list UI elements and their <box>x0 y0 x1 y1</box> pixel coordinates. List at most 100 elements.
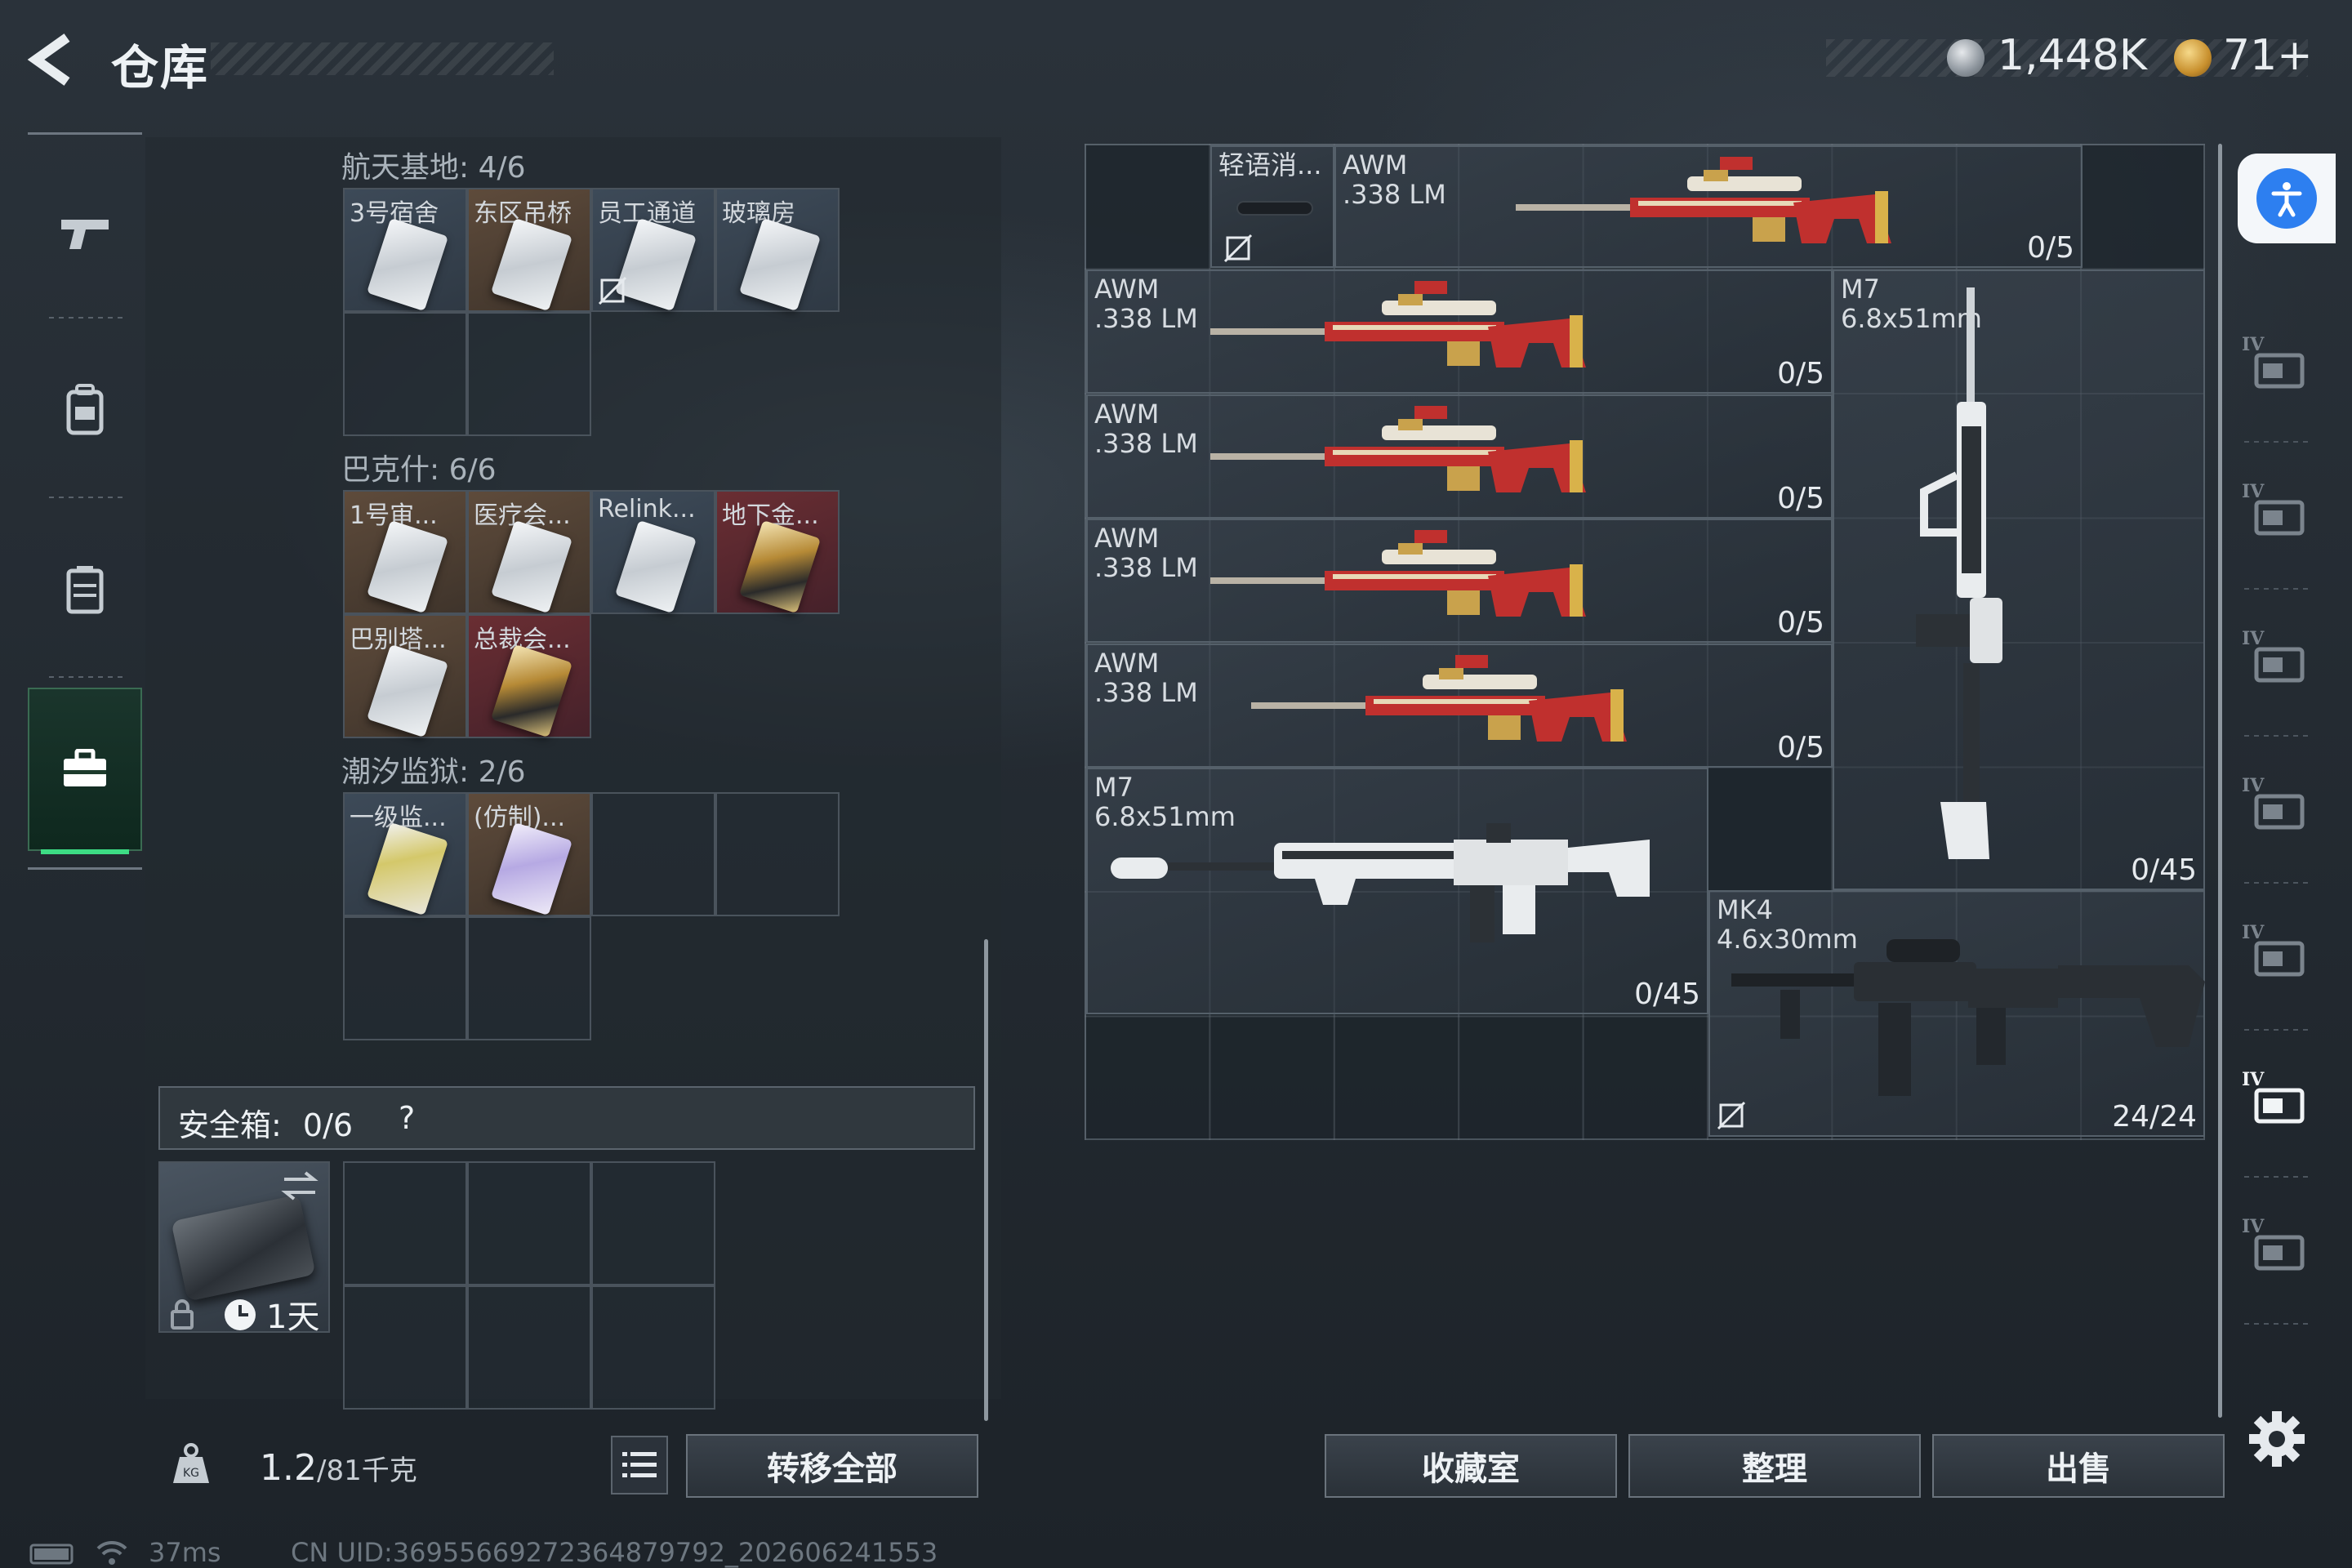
no-move-icon <box>1717 1101 1746 1130</box>
stash-item-m7-vertical[interactable]: M7 6.8x51mm 0/45 <box>1833 270 2205 890</box>
gold-currency-value[interactable]: 71+ <box>2223 31 2313 80</box>
silver-coin-icon <box>1947 39 1984 77</box>
nav-weapon[interactable] <box>28 160 142 307</box>
svg-text:IV: IV <box>2242 922 2265 943</box>
stash-scrollbar[interactable] <box>2218 144 2222 1418</box>
battery-icon <box>29 1544 74 1565</box>
key-card-image <box>490 519 573 614</box>
stash-item-silencer[interactable]: 轻语消... <box>1210 145 1334 268</box>
item-ammo-count: 0/45 <box>2131 853 2197 887</box>
key-card-slot[interactable]: 1号审... <box>343 490 467 614</box>
nav-vest[interactable] <box>28 516 142 663</box>
left-nav-bottom-line <box>28 867 142 870</box>
stash-item-m7-horizontal[interactable]: M7 6.8x51mm 0/45 <box>1086 768 1708 1014</box>
key-card-slot[interactable]: 3号宿舍 <box>343 188 467 312</box>
item-name: AWM .338 LM <box>1094 523 1198 583</box>
right-nav-loadout-add-slot[interactable]: IV <box>2233 466 2318 555</box>
list-view-button[interactable] <box>611 1436 668 1494</box>
m7-rifle-vertical-image <box>1916 287 2002 859</box>
right-nav-separator <box>2244 1029 2310 1031</box>
key-card-image <box>490 644 573 738</box>
svg-text:IV: IV <box>2242 334 2265 355</box>
right-nav-separator <box>2244 441 2310 443</box>
right-nav-misc-slot[interactable]: IV <box>2233 1200 2318 1290</box>
right-nav-attachment-slot[interactable]: IV <box>2233 1054 2318 1143</box>
right-nav-separator <box>2244 588 2310 590</box>
key-card-slot[interactable]: Relink... <box>591 490 715 614</box>
no-move-icon <box>598 276 627 305</box>
stash-item-awm[interactable]: AWM .338 LM 0/5 <box>1086 519 1833 643</box>
tier-category-icon: IV <box>2242 628 2305 683</box>
key-card-slot[interactable]: 总裁会... <box>467 614 591 738</box>
key-card-slot[interactable]: (仿制)... <box>467 792 591 916</box>
key-card-image <box>490 217 573 312</box>
swap-icon[interactable] <box>281 1169 318 1202</box>
stash-item-awm[interactable]: AWM .338 LM 0/5 <box>1334 145 2082 268</box>
key-card-slot[interactable]: 地下金... <box>715 490 840 614</box>
nav-backpack[interactable] <box>28 336 142 483</box>
tier-category-icon: IV <box>2242 775 2305 830</box>
key-card-slot[interactable]: 东区吊桥 <box>467 188 591 312</box>
tier-category-icon: IV <box>2242 1216 2305 1271</box>
wifi-icon <box>96 1540 127 1565</box>
svg-text:KG: KG <box>183 1467 199 1480</box>
left-scrollbar[interactable] <box>984 939 988 1421</box>
safebox-empty-slot <box>591 1161 715 1285</box>
safebox-empty-slot <box>343 1161 467 1285</box>
nav-separator <box>49 497 122 498</box>
key-card-slot[interactable]: 巴别塔... <box>343 614 467 738</box>
transfer-all-button[interactable]: 转移全部 <box>686 1434 978 1498</box>
settings-gear-icon[interactable] <box>2244 1406 2310 1472</box>
list-icon <box>622 1452 657 1477</box>
key-card-slot[interactable]: 医疗会... <box>467 490 591 614</box>
stash-item-awm[interactable]: AWM .338 LM 0/5 <box>1086 270 1833 394</box>
nav-case-active[interactable] <box>28 688 142 851</box>
no-move-icon <box>1223 234 1253 263</box>
stash-item-awm[interactable]: AWM .338 LM 0/5 <box>1086 394 1833 519</box>
stash-item-mk4[interactable]: MK4 4.6x30mm 24/24 <box>1708 890 2205 1137</box>
item-name: AWM .338 LM <box>1094 274 1198 334</box>
nav-separator <box>49 676 122 678</box>
awm-rifle-image <box>1210 530 1586 617</box>
item-ammo-count: 0/5 <box>1777 730 1824 764</box>
weight-readout: 1.2/81千克 <box>260 1447 417 1489</box>
stash-item-awm[interactable]: AWM .338 LM 0/5 <box>1086 643 1833 768</box>
accessibility-button[interactable] <box>2238 154 2336 243</box>
pistol-icon <box>61 220 109 249</box>
m7-rifle-horizontal-image <box>1111 823 1650 942</box>
nav-separator <box>49 317 122 318</box>
sell-button[interactable]: 出售 <box>1932 1434 2225 1498</box>
right-nav-ammo-slot-3[interactable]: IV <box>2233 906 2318 996</box>
back-arrow-icon[interactable] <box>24 31 82 88</box>
safebox-help-icon[interactable]: ? <box>399 1100 415 1136</box>
right-nav-separator <box>2244 1323 2310 1325</box>
item-ammo-count: 0/5 <box>1777 606 1824 639</box>
item-name: AWM .338 LM <box>1094 647 1198 708</box>
right-nav-separator <box>2244 735 2310 737</box>
key-card-slot[interactable]: 员工通道 <box>591 188 715 312</box>
svg-text:IV: IV <box>2242 1069 2265 1090</box>
right-nav-weapon-tier-slot[interactable]: IV <box>2233 318 2318 408</box>
item-ammo-count: 0/5 <box>1777 481 1824 515</box>
vest-icon <box>66 566 104 614</box>
tier-category-icon: IV <box>2242 481 2305 536</box>
group-title-bakhsh: 巴克什: 6/6 <box>341 453 497 487</box>
key-card-slot[interactable]: 玻璃房 <box>715 188 840 312</box>
right-nav-ammo-slot-1[interactable]: IV <box>2233 612 2318 702</box>
right-nav-ammo-slot-2[interactable]: IV <box>2233 760 2318 849</box>
key-card-slot[interactable]: 一级监... <box>343 792 467 916</box>
tier-category-icon: IV <box>2242 1069 2305 1124</box>
key-card-image <box>738 519 822 614</box>
safebox-empty-slot <box>467 1285 591 1410</box>
svg-text:IV: IV <box>2242 481 2265 502</box>
key-card-image <box>366 822 449 916</box>
silver-currency-value: 1,448K <box>1998 31 2147 80</box>
awm-rifle-image <box>1210 405 1586 492</box>
collection-room-button[interactable]: 收藏室 <box>1325 1434 1617 1498</box>
backpack-icon <box>66 384 104 435</box>
right-nav-separator <box>2244 882 2310 884</box>
empty-slot <box>467 312 591 436</box>
sort-button[interactable]: 整理 <box>1628 1434 1921 1498</box>
gold-coin-icon <box>2174 39 2212 77</box>
silencer-image <box>1238 203 1312 214</box>
